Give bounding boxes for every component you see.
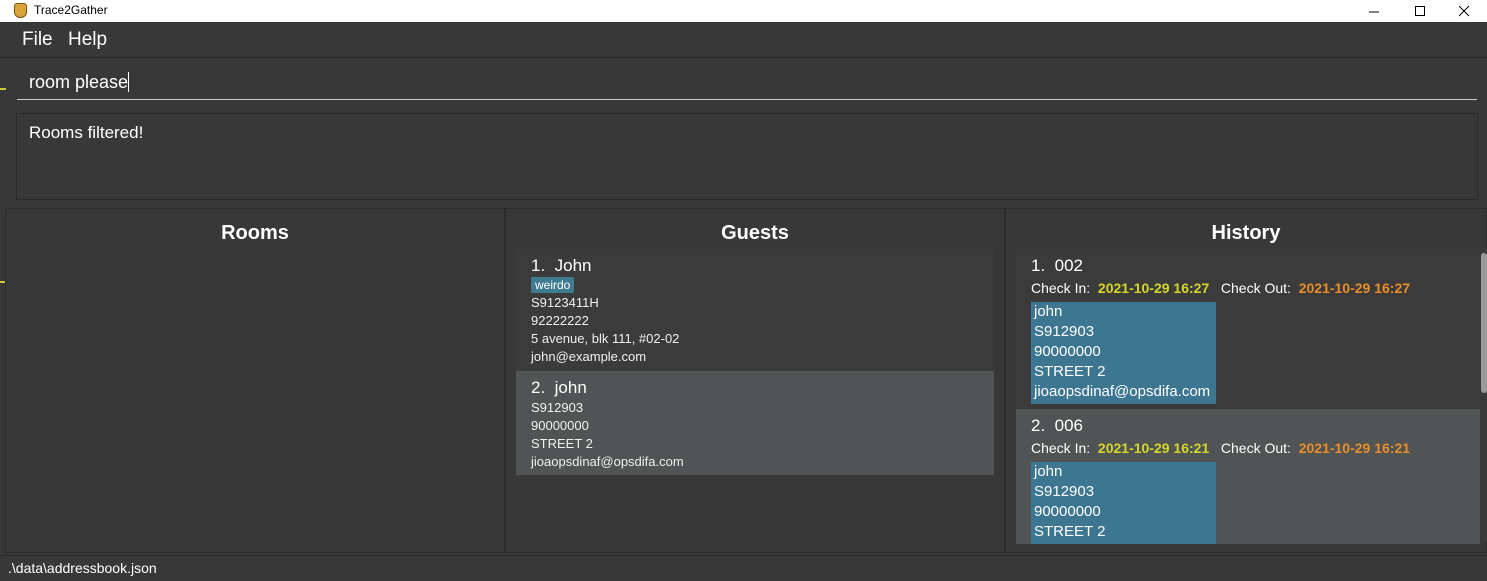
history-guest-box: john S912903 90000000 STREET 2 bbox=[1031, 462, 1216, 544]
command-input[interactable]: room please bbox=[17, 68, 1477, 100]
history-guest-nric: S912903 bbox=[1034, 323, 1095, 340]
command-input-text: room please bbox=[29, 72, 129, 92]
guest-card[interactable]: 1. John weirdo S9123411H 92222222 5 aven… bbox=[516, 249, 994, 371]
status-file-path: .\data\addressbook.json bbox=[8, 560, 157, 576]
maximize-icon bbox=[1414, 5, 1425, 16]
guest-phone: 90000000 bbox=[531, 418, 589, 433]
maximize-button[interactable] bbox=[1397, 0, 1443, 22]
check-in-label: Check In: bbox=[1031, 440, 1091, 456]
guests-panel: Guests 1. John weirdo S9123411H 92222222… bbox=[505, 208, 1005, 553]
history-guest-name: john bbox=[1034, 303, 1063, 320]
text-caret bbox=[128, 72, 130, 92]
history-scroll-thumb[interactable] bbox=[1481, 253, 1487, 393]
rooms-panel: Rooms bbox=[5, 208, 505, 553]
history-checks: Check In: 2021-10-29 16:27 Check Out: 20… bbox=[1031, 280, 1410, 296]
history-guest-email: jioaopsdinaf@opsdifa.com bbox=[1034, 383, 1211, 400]
history-scrollbar[interactable] bbox=[1481, 248, 1487, 543]
guest-address: STREET 2 bbox=[531, 436, 593, 451]
guests-title: Guests bbox=[721, 222, 789, 244]
guest-nric: S912903 bbox=[531, 400, 584, 415]
guest-tag: weirdo bbox=[531, 277, 575, 293]
close-icon bbox=[1458, 5, 1469, 16]
history-guest-phone: 90000000 bbox=[1034, 503, 1101, 520]
guest-nric: S9123411H bbox=[531, 295, 599, 310]
check-in-time: 2021-10-29 16:27 bbox=[1097, 280, 1210, 296]
minimize-icon bbox=[1368, 11, 1379, 12]
window-title: Trace2Gather bbox=[34, 3, 108, 17]
history-room: 1. 002 bbox=[1031, 256, 1084, 275]
result-message: Rooms filtered! bbox=[29, 123, 144, 142]
history-guest-phone: 90000000 bbox=[1034, 343, 1101, 360]
edge-marker bbox=[0, 88, 6, 90]
guest-phone: 92222222 bbox=[531, 313, 589, 328]
history-card[interactable]: 2. 006 Check In: 2021-10-29 16:21 Check … bbox=[1016, 409, 1480, 544]
close-button[interactable] bbox=[1441, 0, 1487, 22]
history-guest-nric: S912903 bbox=[1034, 483, 1095, 500]
check-out-label: Check Out: bbox=[1220, 440, 1291, 456]
command-box: room please bbox=[0, 58, 1487, 108]
history-card[interactable]: 1. 002 Check In: 2021-10-29 16:27 Check … bbox=[1016, 249, 1480, 409]
result-display: Rooms filtered! bbox=[16, 113, 1478, 200]
guest-email: jioaopsdinaf@opsdifa.com bbox=[531, 454, 684, 469]
menu-bar: File Help bbox=[0, 22, 1487, 58]
history-guest-box: john S912903 90000000 STREET 2 jioaopsdi… bbox=[1031, 302, 1216, 404]
check-out-time: 2021-10-29 16:27 bbox=[1298, 280, 1411, 296]
history-room: 2. 006 bbox=[1031, 416, 1084, 435]
check-in-label: Check In: bbox=[1031, 280, 1091, 296]
guest-email: john@example.com bbox=[531, 349, 647, 364]
history-guest-name: john bbox=[1034, 463, 1063, 480]
check-out-label: Check Out: bbox=[1220, 280, 1291, 296]
history-checks: Check In: 2021-10-29 16:21 Check Out: 20… bbox=[1031, 440, 1410, 456]
guest-card[interactable]: 2. john S912903 90000000 STREET 2 jioaop… bbox=[516, 371, 994, 475]
status-bar: .\data\addressbook.json bbox=[0, 555, 1487, 581]
menu-file[interactable]: File bbox=[22, 29, 53, 51]
rooms-title: Rooms bbox=[221, 222, 289, 244]
check-out-time: 2021-10-29 16:21 bbox=[1298, 440, 1411, 456]
minimize-button[interactable] bbox=[1351, 0, 1397, 22]
window-titlebar: Trace2Gather bbox=[0, 0, 1487, 22]
check-in-time: 2021-10-29 16:21 bbox=[1097, 440, 1210, 456]
app-logo-icon bbox=[14, 3, 27, 18]
guest-name: 2. john bbox=[531, 378, 587, 397]
history-title: History bbox=[1211, 222, 1281, 244]
guest-address: 5 avenue, blk 111, #02-02 bbox=[531, 331, 680, 346]
history-guest-address: STREET 2 bbox=[1034, 363, 1106, 380]
menu-help[interactable]: Help bbox=[68, 29, 107, 51]
guest-name: 1. John bbox=[531, 256, 592, 275]
history-guest-address: STREET 2 bbox=[1034, 523, 1106, 540]
history-panel: History 1. 002 Check In: 2021-10-29 16:2… bbox=[1005, 208, 1487, 553]
